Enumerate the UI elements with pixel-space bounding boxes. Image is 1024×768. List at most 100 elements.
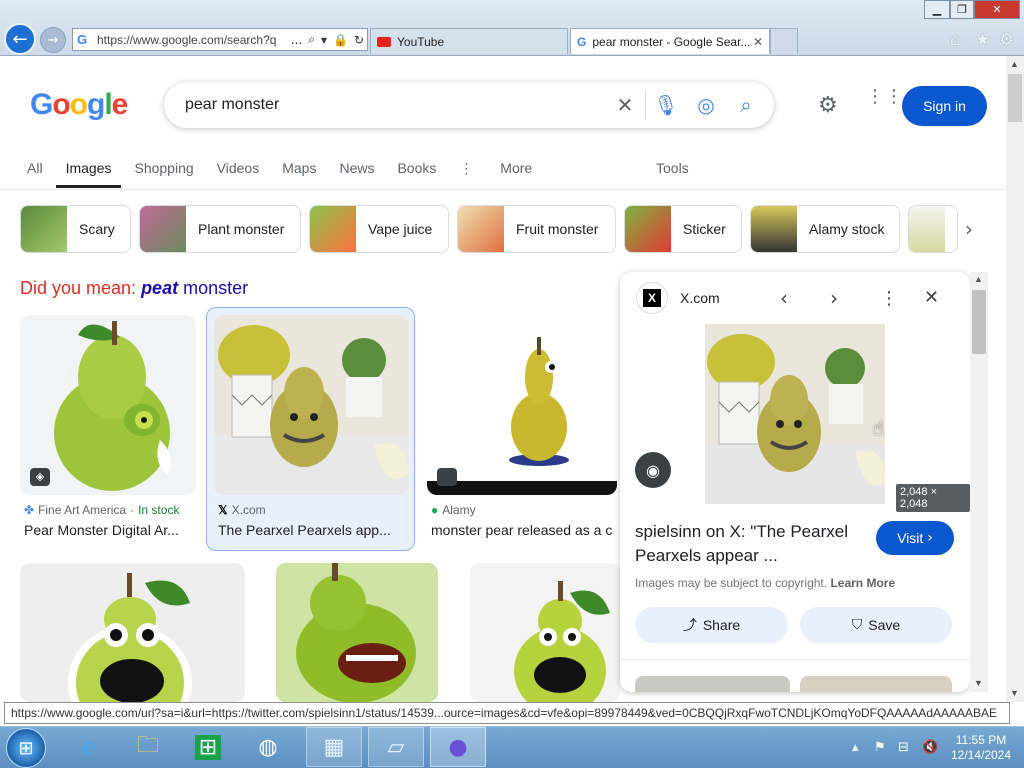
tab-maps[interactable]: Maps (282, 160, 316, 177)
chip-thumbnail (310, 206, 356, 252)
related-image[interactable] (800, 676, 952, 692)
preview-image-area: ◉ 2,048 × 2,048 (620, 324, 970, 512)
firefox-icon[interactable]: ● (430, 727, 486, 767)
result-image[interactable] (470, 563, 620, 702)
result-title[interactable]: monster pear released as a c (431, 522, 621, 538)
scroll-up-icon[interactable]: ▲ (974, 274, 983, 284)
search-input[interactable]: pear monster (185, 96, 605, 114)
result-title[interactable]: The Pearxel Pearxels app... (218, 522, 408, 538)
microphone-icon[interactable]: 🎙 (646, 93, 686, 117)
home-icon[interactable]: ⌂ (950, 30, 961, 50)
chip-scary[interactable]: Scary (20, 205, 131, 253)
volume-muted-icon[interactable]: 🔇 (922, 740, 938, 755)
panel-scrollbar[interactable]: ▲ ▼ (970, 272, 988, 692)
chip-sticker[interactable]: Sticker (624, 205, 742, 253)
tab-label: YouTube (397, 34, 445, 49)
tab-google-search[interactable]: G pear monster - Google Sear... ✕ (570, 28, 770, 54)
search-icon[interactable]: ⌕ (305, 32, 318, 47)
close-window-button[interactable]: ✕ (974, 0, 1020, 19)
store-icon[interactable]: ⊞ (180, 727, 236, 767)
result-title[interactable]: Pear Monster Digital Ar... (24, 522, 196, 538)
chevron-right-icon: › (927, 530, 933, 546)
tab-all[interactable]: All (27, 160, 43, 177)
tab-youtube[interactable]: YouTube (370, 28, 568, 54)
arrow-left-icon: ← (12, 28, 28, 50)
pear-sticker-image (68, 573, 192, 702)
gear-icon[interactable]: ⚙ (999, 30, 1014, 50)
page-scrollbar[interactable]: ▲ ▼ (1006, 56, 1024, 702)
divider (620, 659, 970, 660)
search-box[interactable]: pear monster ✕ 🎙 ◎ ⌕ (164, 82, 774, 128)
sign-in-button[interactable]: Sign in (902, 86, 987, 126)
chrome-icon[interactable]: ◍ (240, 727, 296, 767)
result-image[interactable] (427, 315, 617, 495)
notepad-icon[interactable]: ▱ (368, 727, 424, 767)
image-result-selected[interactable]: 𝕏 X.com The Pearxel Pearxels app... (206, 307, 415, 551)
chip-fruit-monster[interactable]: Fruit monster (457, 205, 616, 253)
scroll-thumb[interactable] (972, 290, 986, 354)
scroll-down-icon[interactable]: ▼ (1010, 688, 1019, 698)
chevron-right-icon[interactable]: › (965, 217, 973, 241)
result-image[interactable] (276, 563, 438, 702)
forward-button[interactable]: → (40, 27, 66, 53)
save-button[interactable]: ⛉ Save (800, 607, 952, 643)
preview-image[interactable] (705, 324, 885, 504)
new-tab-button[interactable] (770, 28, 798, 54)
internet-explorer-icon[interactable]: ℯ (60, 727, 116, 767)
scroll-up-icon[interactable]: ▲ (1010, 59, 1019, 69)
panel-title[interactable]: spielsinn on X: "The Pearxel Pearxels ap… (635, 520, 865, 568)
favorites-star-icon[interactable]: ★ (975, 30, 990, 50)
result-image[interactable] (20, 563, 245, 702)
dropdown-icon[interactable]: ▾ (318, 33, 330, 47)
restore-button[interactable]: ❐ (950, 0, 974, 19)
image-result[interactable]: ◈ ✤ Fine Art America · In stock Pear Mon… (20, 315, 196, 545)
tools-button[interactable]: Tools (656, 160, 689, 176)
lens-search-icon[interactable]: ◉ (635, 452, 671, 488)
visit-button[interactable]: Visit › (876, 521, 954, 555)
refresh-icon[interactable]: ↻ (351, 33, 367, 47)
chevron-right-icon[interactable]: › (830, 286, 838, 310)
search-icon[interactable]: ⌕ (726, 93, 766, 117)
related-image[interactable] (635, 676, 790, 692)
clear-icon[interactable]: ✕ (605, 93, 645, 117)
hand-cursor-icon: ☝ (872, 416, 885, 440)
result-image[interactable] (214, 315, 408, 495)
lock-icon[interactable]: 🔒 (330, 33, 351, 47)
share-button[interactable]: ⤴ Share (635, 607, 788, 643)
scroll-thumb[interactable] (1008, 74, 1022, 122)
system-clock[interactable]: 11:55 PM 12/14/2024 (950, 733, 1012, 763)
action-center-flag-icon[interactable]: ⚑ (874, 740, 886, 755)
did-you-mean[interactable]: Did you mean: peat monster (20, 278, 248, 299)
chip-partial[interactable] (908, 205, 958, 253)
file-explorer-icon[interactable]: 🗀 (120, 727, 176, 767)
chip-vape-juice[interactable]: Vape juice (309, 205, 449, 253)
tab-more[interactable]: ⋮ More (459, 160, 555, 177)
tab-videos[interactable]: Videos (217, 160, 260, 177)
minimize-button[interactable]: ▁ (924, 0, 950, 19)
learn-more-link[interactable]: Learn More (830, 576, 895, 590)
chip-alamy-stock[interactable]: Alamy stock (750, 205, 900, 253)
google-logo[interactable]: Google (30, 88, 128, 122)
network-icon[interactable]: ⊟ (898, 740, 909, 755)
more-vert-icon[interactable]: ⋮ (880, 288, 898, 309)
control-panel-icon[interactable]: ▦ (306, 727, 362, 767)
tab-books[interactable]: Books (397, 160, 436, 177)
close-tab-icon[interactable]: ✕ (753, 35, 763, 49)
close-icon[interactable]: ✕ (924, 287, 939, 308)
address-bar[interactable]: G https://www.google.com/search?q ... ⌕ … (72, 28, 368, 51)
settings-gear-icon[interactable]: ⚙ (818, 93, 838, 118)
arrow-right-icon: → (47, 32, 59, 48)
show-hidden-icons-icon[interactable]: ▴ (852, 740, 859, 755)
lens-icon[interactable]: ◎ (686, 93, 726, 117)
image-result[interactable]: ● Alamy monster pear released as a c (427, 315, 617, 545)
chip-plant-monster[interactable]: Plant monster (139, 205, 301, 253)
start-button[interactable]: ⊞ (6, 728, 46, 768)
tab-shopping[interactable]: Shopping (134, 160, 193, 177)
scroll-down-icon[interactable]: ▼ (974, 678, 983, 688)
back-button[interactable]: ← (4, 23, 36, 55)
tab-news[interactable]: News (339, 160, 374, 177)
chevron-left-icon[interactable]: ‹ (780, 286, 788, 310)
panel-source[interactable]: X.com (680, 290, 720, 306)
result-image[interactable]: ◈ (20, 315, 196, 495)
tab-images[interactable]: Images (55, 160, 122, 188)
